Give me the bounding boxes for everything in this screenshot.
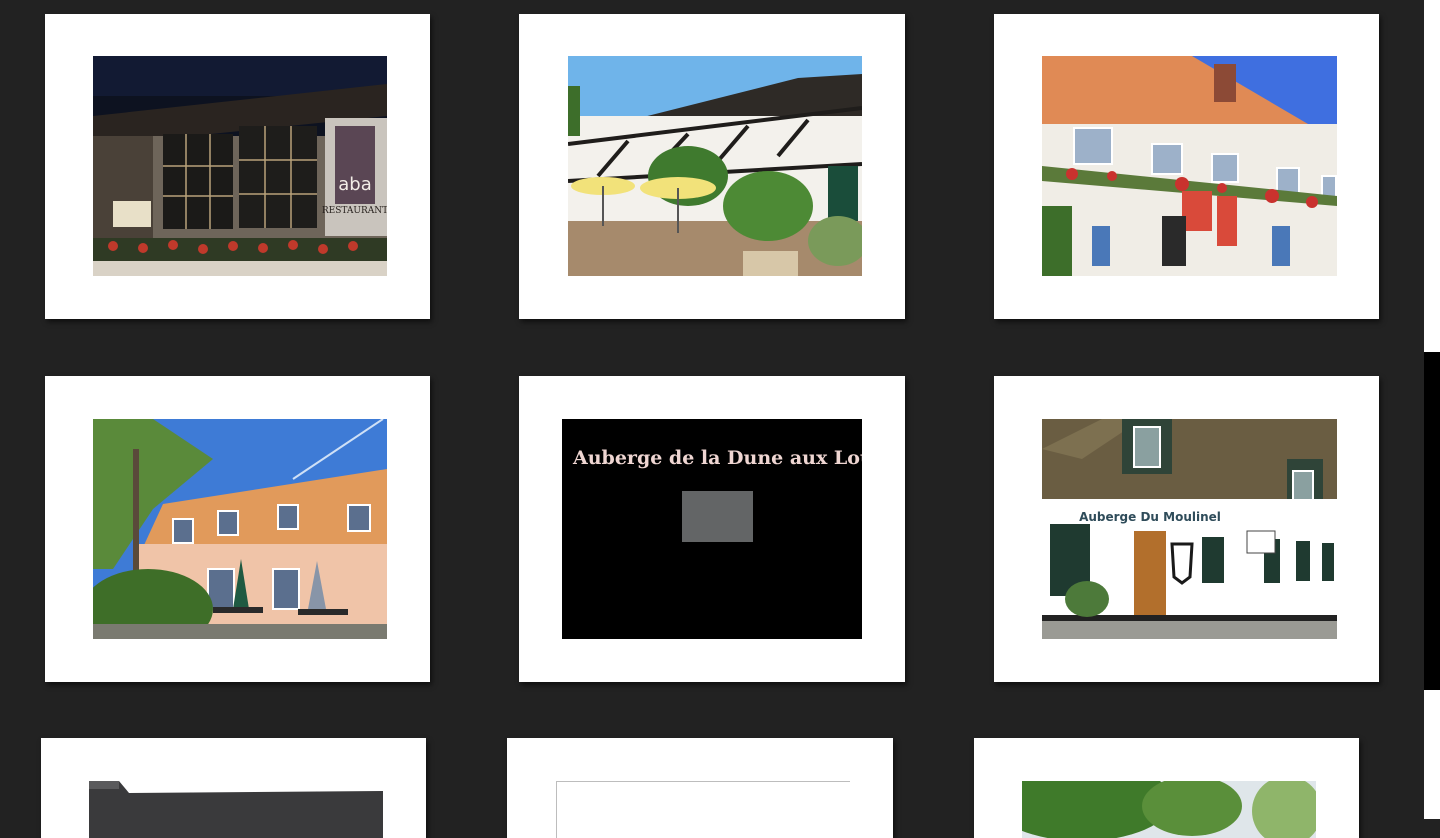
moulinel-sign-text: Auberge Du Moulinel	[1079, 510, 1221, 524]
gallery-card-3[interactable]	[994, 14, 1379, 319]
gallery-card-7[interactable]	[41, 738, 426, 838]
gallery-card-2[interactable]	[519, 14, 905, 319]
photo-trees-partial[interactable]	[1022, 781, 1316, 838]
gallery-card-4[interactable]	[45, 376, 430, 682]
gallery-card-1[interactable]: aba RESTAURANT	[45, 14, 430, 319]
aba-sign-text: aba	[338, 174, 372, 195]
photo-aba-restaurant[interactable]: aba RESTAURANT	[93, 56, 387, 276]
placeholder-box	[682, 491, 753, 542]
gallery-card-6[interactable]: Auberge Du Moulinel	[994, 376, 1379, 682]
gallery-card-5[interactable]: Auberge de la Dune aux Loups	[519, 376, 905, 682]
photo-ivy-manor[interactable]	[1042, 56, 1337, 276]
dune-aux-loups-caption: Auberge de la Dune aux Loups	[573, 447, 862, 469]
gallery-card-8[interactable]	[507, 738, 893, 838]
photo-dune-aux-loups[interactable]: Auberge de la Dune aux Loups	[562, 419, 862, 639]
photo-slate-roof-partial[interactable]	[89, 781, 383, 838]
photo-blank-partial[interactable]	[556, 781, 850, 838]
photo-half-timbered-inn[interactable]	[568, 56, 862, 276]
gallery-card-9[interactable]	[974, 738, 1359, 838]
photo-pink-hotel-terrace[interactable]	[93, 419, 387, 639]
aba-sign-subtext: RESTAURANT	[322, 206, 387, 216]
scrollbar-thumb[interactable]	[1424, 352, 1440, 690]
photo-auberge-du-moulinel[interactable]: Auberge Du Moulinel	[1042, 419, 1337, 639]
